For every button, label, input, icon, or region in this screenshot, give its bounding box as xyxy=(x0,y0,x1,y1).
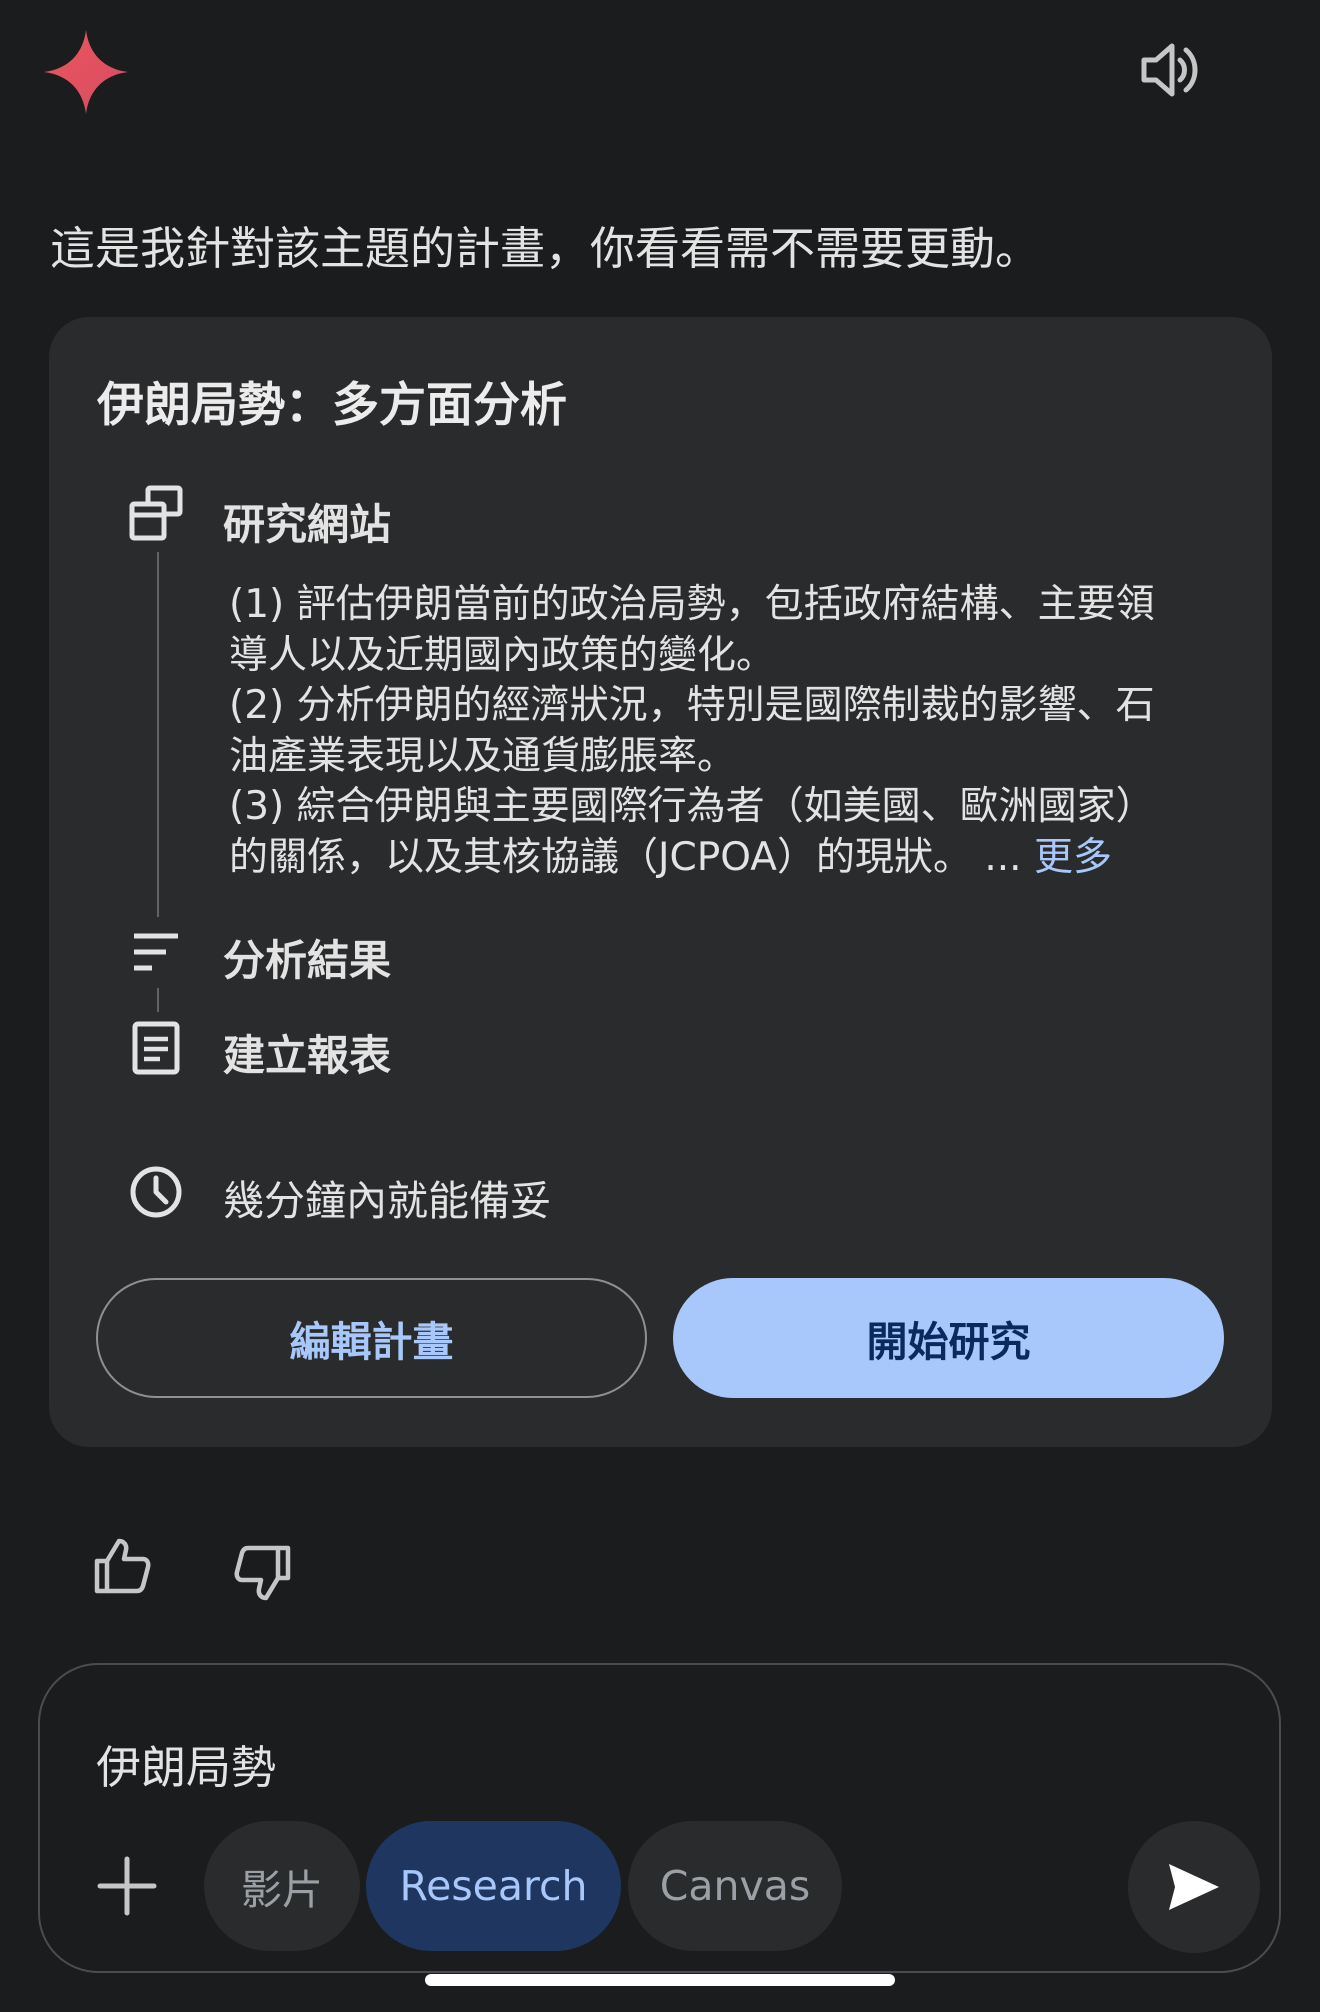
sort-lines-icon xyxy=(134,933,178,971)
chip-research[interactable]: Research xyxy=(366,1821,621,1951)
plan-line: 油產業表現以及通貨膨脹率。 xyxy=(229,733,737,779)
edit-plan-button[interactable]: 編輯計畫 xyxy=(96,1278,647,1398)
timeline-line xyxy=(157,552,159,917)
more-link[interactable]: 更多 xyxy=(1034,835,1112,880)
document-icon xyxy=(132,1021,180,1075)
thumbs-down-icon[interactable] xyxy=(232,1542,294,1604)
plan-line: 導人以及近期國內政策的變化。 xyxy=(229,632,776,678)
plan-line: (3) 綜合伊朗與主要國際行為者（如美國、歐洲國家） xyxy=(229,784,1155,829)
chip-canvas[interactable]: Canvas xyxy=(628,1821,842,1951)
step-analyze-results: 分析結果 xyxy=(223,936,392,985)
plan-line: 的關係，以及其核協議（JCPOA）的現狀。 ... xyxy=(229,834,1022,880)
thumbs-up-icon[interactable] xyxy=(91,1535,153,1597)
prompt-input[interactable]: 伊朗局勢 xyxy=(96,1731,276,1796)
start-research-button[interactable]: 開始研究 xyxy=(673,1278,1224,1398)
browse-windows-icon xyxy=(129,485,183,541)
plus-icon[interactable] xyxy=(96,1855,158,1917)
send-icon xyxy=(1169,1864,1219,1910)
plan-details: (1) 評估伊朗當前的政治局勢，包括政府結構、主要領 導人以及近期國內政策的變化… xyxy=(229,580,1219,883)
timeline-line xyxy=(157,988,159,1012)
home-indicator xyxy=(425,1974,895,1986)
plan-title: 伊朗局勢：多方面分析 xyxy=(97,378,567,433)
response-intro: 這是我針對該主題的計畫，你看看需不需要更動。 xyxy=(50,222,1041,275)
chip-video[interactable]: 影片 xyxy=(204,1821,360,1951)
plan-line: (1) 評估伊朗當前的政治局勢，包括政府結構、主要領 xyxy=(229,582,1155,627)
speaker-icon[interactable] xyxy=(1138,38,1202,102)
gemini-sparkle-icon xyxy=(44,30,128,114)
step-create-report: 建立報表 xyxy=(223,1031,392,1080)
step-research-websites: 研究網站 xyxy=(223,500,392,549)
clock-icon xyxy=(130,1166,182,1218)
plan-line: (2) 分析伊朗的經濟狀況，特別是國際制裁的影響、石 xyxy=(229,683,1155,728)
send-button[interactable] xyxy=(1128,1821,1260,1953)
eta-text: 幾分鐘內就能備妥 xyxy=(223,1177,551,1225)
